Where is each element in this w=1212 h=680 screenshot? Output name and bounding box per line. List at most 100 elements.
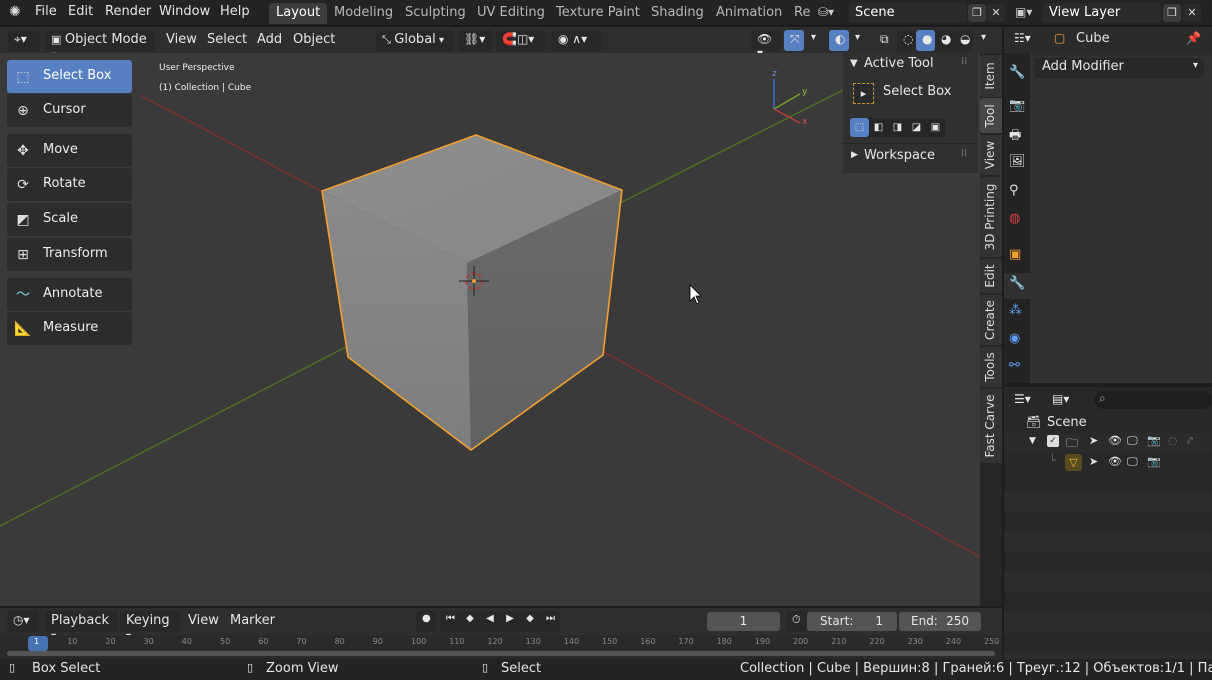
outliner-editor-icon[interactable]: ☰▾ xyxy=(1014,392,1031,406)
select-toggle-icon[interactable]: ➤ xyxy=(1089,455,1098,468)
view-layer-icon[interactable]: 🖼 xyxy=(1009,154,1026,169)
outliner-search-input[interactable]: ⌕ xyxy=(1094,391,1212,409)
menu-select[interactable]: Select xyxy=(201,30,253,51)
holdout-icon[interactable]: ◌ xyxy=(1168,434,1178,447)
particles-icon[interactable]: ⁂ xyxy=(1009,303,1022,318)
tab-create[interactable]: Create xyxy=(980,295,1002,345)
outliner-row-collection[interactable]: ▼ ✓ 🗀 ➤ 👁 🖵 📷 ◌ ⤤ xyxy=(1004,433,1212,453)
eye-icon[interactable]: 👁 xyxy=(1108,434,1122,447)
jump-keyframe-forward-icon[interactable]: ◆ xyxy=(520,611,540,632)
tab-sculpting[interactable]: Sculpting xyxy=(398,3,473,24)
physics-icon[interactable]: ◉ xyxy=(1009,331,1020,346)
tab-layout[interactable]: Layout xyxy=(269,3,328,24)
output-icon[interactable]: 🖶 xyxy=(1009,126,1021,148)
tab-tool[interactable]: Tool xyxy=(980,98,1002,133)
tool-move[interactable]: ✥ Move xyxy=(7,134,132,167)
tab-tools[interactable]: Tools xyxy=(980,347,1002,387)
viewport-canvas[interactable] xyxy=(0,53,982,606)
collapse-arrow-icon[interactable]: ▶ xyxy=(851,150,858,160)
tab-uv-editing[interactable]: UV Editing xyxy=(470,3,552,24)
jump-keyframe-back-icon[interactable]: ◆ xyxy=(460,611,480,632)
timeline-view-menu[interactable]: View xyxy=(182,611,225,632)
3d-viewport[interactable]: z y x User Perspective (1) Collection | … xyxy=(0,53,982,606)
jump-end-icon[interactable]: ⏭ xyxy=(540,611,560,632)
select-toggle-icon[interactable]: ➤ xyxy=(1089,434,1098,447)
tab-animation[interactable]: Animation xyxy=(709,3,789,24)
pin-icon[interactable]: 📌 xyxy=(1186,31,1201,45)
display-mode-icon[interactable]: ▤▾ xyxy=(1052,392,1069,406)
render-icon[interactable]: 📷 xyxy=(1009,98,1025,113)
new-view-layer-icon[interactable]: ❐ xyxy=(1163,4,1181,22)
mode-extend-icon[interactable]: ◧ xyxy=(869,118,888,137)
tool-scale[interactable]: ◩ Scale xyxy=(7,203,132,236)
record-icon[interactable]: ● xyxy=(416,611,436,632)
editor-type-icon[interactable]: ⌖▾ xyxy=(8,30,40,51)
play-reverse-icon[interactable]: ◀ xyxy=(480,611,500,632)
gizmo-dropdown-icon[interactable]: ▾ xyxy=(805,30,821,51)
view-layer-field[interactable]: View Layer xyxy=(1043,3,1161,23)
wireframe-shading-icon[interactable]: ◌ xyxy=(897,30,916,51)
outliner-row-cube[interactable]: └ ▽ ➤ 👁 🖵 📷 xyxy=(1004,453,1212,473)
tab-view[interactable]: View xyxy=(980,135,1002,175)
mode-set-icon[interactable]: ⬚ xyxy=(850,118,869,137)
render-toggle-icon[interactable]: 📷 xyxy=(1147,455,1161,468)
render-toggle-icon[interactable]: 📷 xyxy=(1147,434,1161,447)
jump-start-icon[interactable]: ⏮ xyxy=(440,611,460,632)
blender-logo-icon[interactable]: ✺ xyxy=(9,4,21,20)
menu-render[interactable]: Render xyxy=(105,4,151,19)
viewport-toggle-icon[interactable]: 🖵 xyxy=(1127,434,1138,448)
view-layer-icon[interactable]: ▣▾ xyxy=(1015,5,1032,19)
modifier-tab[interactable]: 🔧 xyxy=(1004,273,1030,299)
expand-arrow-icon[interactable]: ▼ xyxy=(850,58,858,69)
tab-shading[interactable]: Shading xyxy=(644,3,711,24)
scene-selector-icon[interactable]: ⛁▾ xyxy=(818,5,834,19)
expand-arrow-icon[interactable]: ▼ xyxy=(1029,436,1036,446)
pivot-point-icon[interactable]: ⛓▾ xyxy=(458,30,492,51)
overlays-dropdown-icon[interactable]: ▾ xyxy=(849,30,865,51)
tool-select-box[interactable]: ⬚ Select Box xyxy=(7,60,132,93)
workspace-title[interactable]: Workspace xyxy=(864,148,935,163)
gizmo-toggle-icon[interactable]: ⤧ xyxy=(784,30,804,51)
constraints-icon[interactable]: ⚯ xyxy=(1009,358,1020,373)
tool-settings-icon[interactable]: 🔧 xyxy=(1009,65,1025,80)
eye-icon[interactable]: 👁 xyxy=(1108,455,1122,468)
scene-name-field[interactable]: Scene xyxy=(849,3,967,23)
tab-modeling[interactable]: Modeling xyxy=(327,3,400,24)
snap-icon[interactable]: 🧲◫▾ xyxy=(496,30,546,51)
indirect-only-icon[interactable]: ⤤ xyxy=(1187,434,1193,448)
new-scene-icon[interactable]: ❐ xyxy=(968,4,986,22)
mode-invert-icon[interactable]: ◪ xyxy=(907,118,926,137)
drag-handle-icon[interactable]: ⁞⁞ xyxy=(961,56,967,67)
preview-range-icon[interactable]: ⏱ xyxy=(786,611,806,632)
menu-help[interactable]: Help xyxy=(220,4,250,19)
tool-measure[interactable]: 📐 Measure xyxy=(7,312,132,345)
tool-rotate[interactable]: ⟳ Rotate xyxy=(7,168,132,201)
frame-ruler[interactable]: 1 10 20 30 40 50 60 70 80 90 100 110 120 130 140 150 160… xyxy=(0,635,1002,659)
menu-edit[interactable]: Edit xyxy=(68,4,93,19)
menu-window[interactable]: Window xyxy=(159,4,210,19)
visibility-icon[interactable]: 👁▾ xyxy=(751,30,781,60)
proportional-edit-icon[interactable]: ◉ ∧▾ xyxy=(552,30,602,51)
shading-dropdown-icon[interactable]: ▾ xyxy=(975,30,991,51)
menu-object[interactable]: Object xyxy=(287,30,341,51)
mesh-object-icon[interactable]: ▽ xyxy=(1065,454,1082,471)
solid-shading-icon[interactable]: ● xyxy=(916,30,935,51)
xray-toggle-icon[interactable]: ⧉ xyxy=(874,30,894,51)
playback-menu[interactable]: Playback ▾ xyxy=(45,611,118,642)
tool-annotate[interactable]: 〜 Annotate xyxy=(7,278,132,311)
outliner-row-scene[interactable]: 🗃 Scene xyxy=(1004,414,1212,433)
add-modifier-dropdown[interactable]: Add Modifier ▾ xyxy=(1035,58,1204,78)
play-icon[interactable]: ▶ xyxy=(500,611,520,632)
transform-orientation-selector[interactable]: ⤡ Global ▾ xyxy=(376,30,454,51)
tool-transform[interactable]: ⊞ Transform xyxy=(7,238,132,271)
menu-file[interactable]: File xyxy=(35,4,57,19)
navigation-gizmo[interactable] xyxy=(773,79,801,124)
menu-add[interactable]: Add xyxy=(251,30,288,51)
delete-scene-icon[interactable]: ✕ xyxy=(987,4,1005,22)
tab-fast-carve[interactable]: Fast Carve xyxy=(980,389,1002,463)
tool-cursor[interactable]: ⊕ Cursor xyxy=(7,94,132,127)
object-icon[interactable]: ▣ xyxy=(1009,247,1021,262)
tab-item[interactable]: Item xyxy=(980,55,1002,97)
end-frame-field[interactable]: End: 250 xyxy=(899,612,981,631)
timeline-editor-icon[interactable]: ◷▾ xyxy=(7,611,39,632)
